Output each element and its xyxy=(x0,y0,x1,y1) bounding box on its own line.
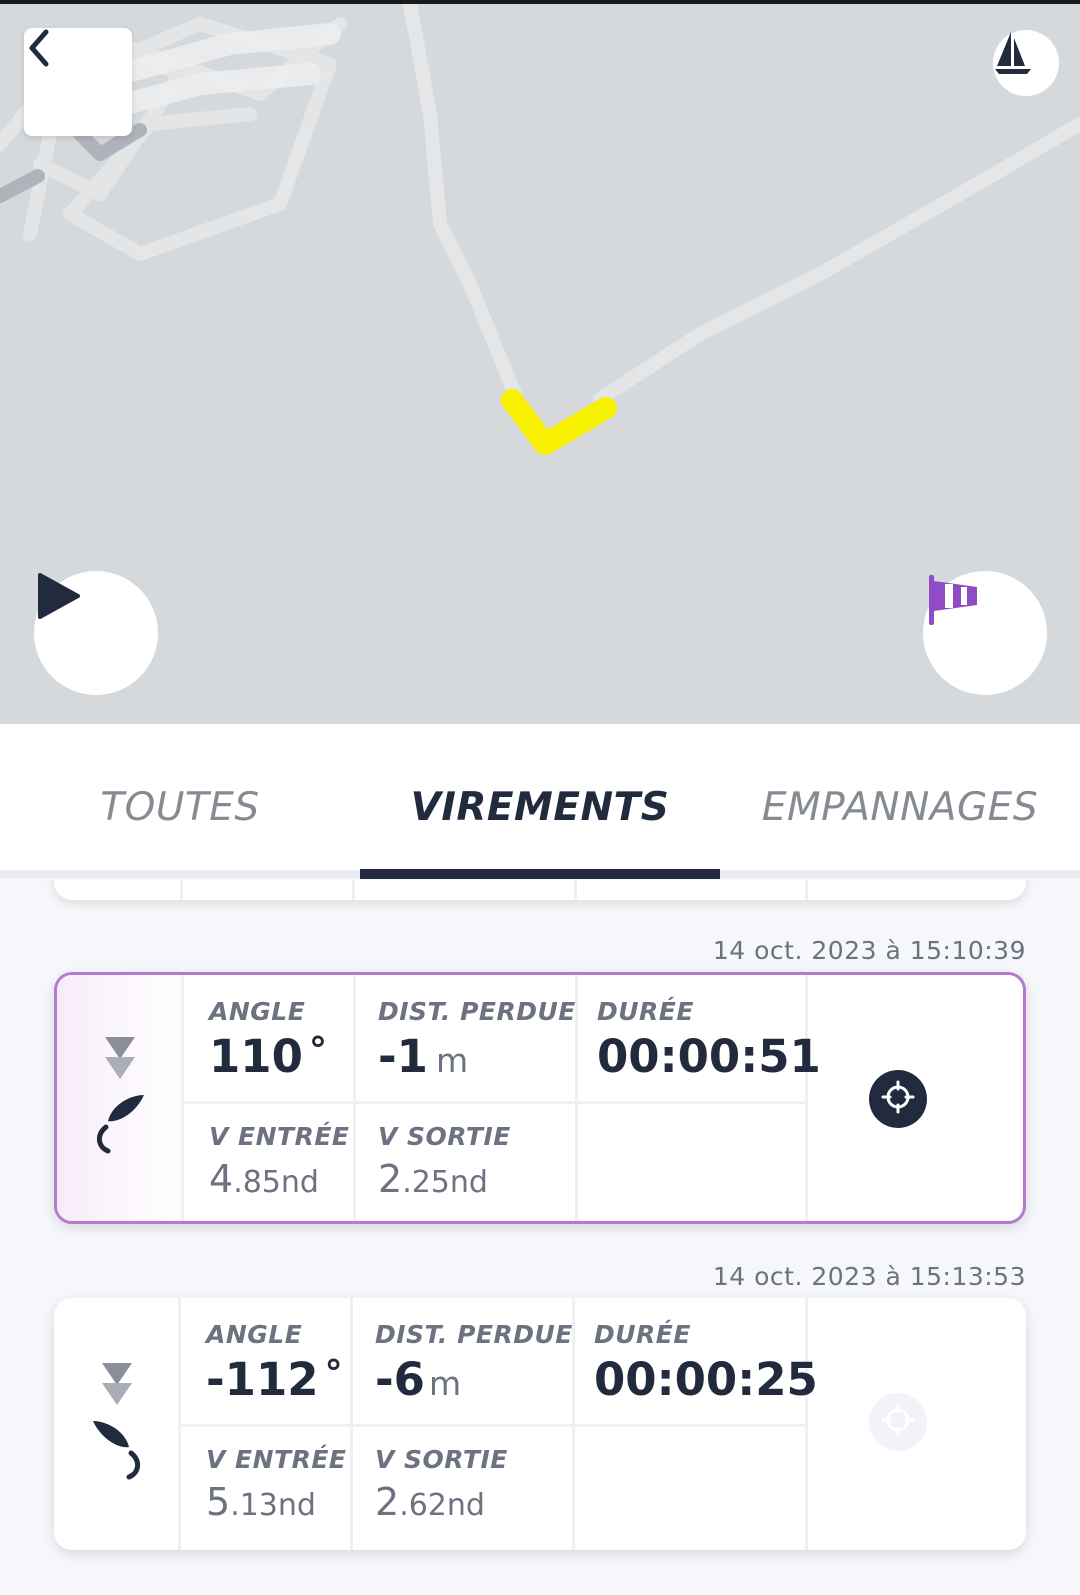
dist-value: -1 xyxy=(378,1030,428,1083)
angle-label: ANGLE xyxy=(209,997,306,1026)
boat-tack-left-icon xyxy=(92,1091,148,1159)
locate-target-icon xyxy=(881,1403,915,1441)
vsortie-int: 2 xyxy=(378,1157,403,1201)
dist-label: DIST. PERDUE xyxy=(378,997,576,1026)
ventree-dec: .13 xyxy=(230,1488,278,1523)
dist-label: DIST. PERDUE xyxy=(375,1320,573,1349)
duree-cell: DURÉE 00:00:51 xyxy=(597,997,821,1083)
boat-tack-right-icon xyxy=(89,1417,145,1485)
maneuver-tabs: TOUTES VIREMENTS EMPANNAGES xyxy=(0,724,1080,879)
back-button[interactable] xyxy=(24,28,132,136)
ventree-unit: nd xyxy=(280,1165,319,1200)
tab-empannages[interactable]: EMPANNAGES xyxy=(720,782,1080,832)
angle-value: -112 xyxy=(206,1353,319,1406)
vsortie-unit: nd xyxy=(449,1165,488,1200)
duree-label: DURÉE xyxy=(597,997,694,1026)
maneuver-timestamp: 14 oct. 2023 à 15:13:53 xyxy=(712,1262,1026,1291)
maneuver-card-partial[interactable] xyxy=(54,880,1026,900)
vsortie-unit: nd xyxy=(446,1488,485,1523)
locate-button[interactable] xyxy=(869,1070,927,1128)
vsortie-label: V SORTIE xyxy=(375,1445,508,1474)
dist-value: -6 xyxy=(375,1353,425,1406)
ventree-dec: .85 xyxy=(233,1165,281,1200)
angle-label: ANGLE xyxy=(206,1320,303,1349)
wind-arrow-icon xyxy=(102,1363,132,1411)
wind-arrow-icon xyxy=(105,1037,135,1085)
maneuver-card[interactable]: ANGLE 110 ° DIST. PERDUE -1 m DURÉE 00:00:… xyxy=(54,972,1026,1224)
maneuver-card[interactable]: ANGLE -112 ° DIST. PERDUE -6 m DURÉE 00:00… xyxy=(54,1298,1026,1550)
dist-cell: DIST. PERDUE -1 m xyxy=(378,997,576,1083)
vsortie-dec: .25 xyxy=(402,1165,450,1200)
duree-value: 00:00:25 xyxy=(594,1353,818,1406)
ventree-cell: V ENTRÉE 5.13nd xyxy=(206,1445,347,1524)
tab-toutes[interactable]: TOUTES xyxy=(0,782,360,832)
tack-direction xyxy=(54,1298,180,1550)
ventree-unit: nd xyxy=(277,1488,316,1523)
boat-view-button[interactable] xyxy=(993,30,1059,96)
vsortie-int: 2 xyxy=(375,1480,400,1524)
vsortie-label: V SORTIE xyxy=(378,1122,511,1151)
vsortie-cell: V SORTIE 2.25nd xyxy=(378,1122,511,1201)
map-tracks xyxy=(0,4,1080,455)
duree-value: 00:00:51 xyxy=(597,1030,821,1083)
locate-button[interactable] xyxy=(869,1393,927,1451)
dist-unit: m xyxy=(436,1041,469,1080)
ventree-label: V ENTRÉE xyxy=(206,1445,347,1474)
ventree-cell: V ENTRÉE 4.85nd xyxy=(209,1122,350,1201)
angle-cell: ANGLE -112 ° xyxy=(206,1320,343,1406)
vsortie-dec: .62 xyxy=(399,1488,447,1523)
ventree-int: 4 xyxy=(209,1157,234,1201)
wind-button[interactable] xyxy=(923,571,1047,695)
vsortie-cell: V SORTIE 2.62nd xyxy=(375,1445,508,1524)
duree-label: DURÉE xyxy=(594,1320,691,1349)
angle-value: 110 xyxy=(209,1030,303,1083)
locate-target-icon xyxy=(881,1080,915,1118)
ventree-int: 5 xyxy=(206,1480,231,1524)
dist-cell: DIST. PERDUE -6 m xyxy=(375,1320,573,1406)
maneuver-list[interactable]: 14 oct. 2023 à 15:10:39 ANGLE 110 ° DIST.… xyxy=(0,880,1080,1595)
duree-cell: DURÉE 00:00:25 xyxy=(594,1320,818,1406)
angle-cell: ANGLE 110 ° xyxy=(209,997,327,1083)
angle-unit: ° xyxy=(308,1030,327,1071)
angle-unit: ° xyxy=(324,1353,343,1394)
tab-virements[interactable]: VIREMENTS xyxy=(360,782,720,832)
maneuver-timestamp: 14 oct. 2023 à 15:10:39 xyxy=(712,936,1026,965)
tack-highlight xyxy=(501,389,617,455)
track-map[interactable] xyxy=(0,4,1080,724)
dist-unit: m xyxy=(429,1364,462,1403)
tack-direction xyxy=(57,975,183,1221)
tab-active-indicator xyxy=(360,869,720,879)
ventree-label: V ENTRÉE xyxy=(209,1122,350,1151)
play-button[interactable] xyxy=(34,571,158,695)
